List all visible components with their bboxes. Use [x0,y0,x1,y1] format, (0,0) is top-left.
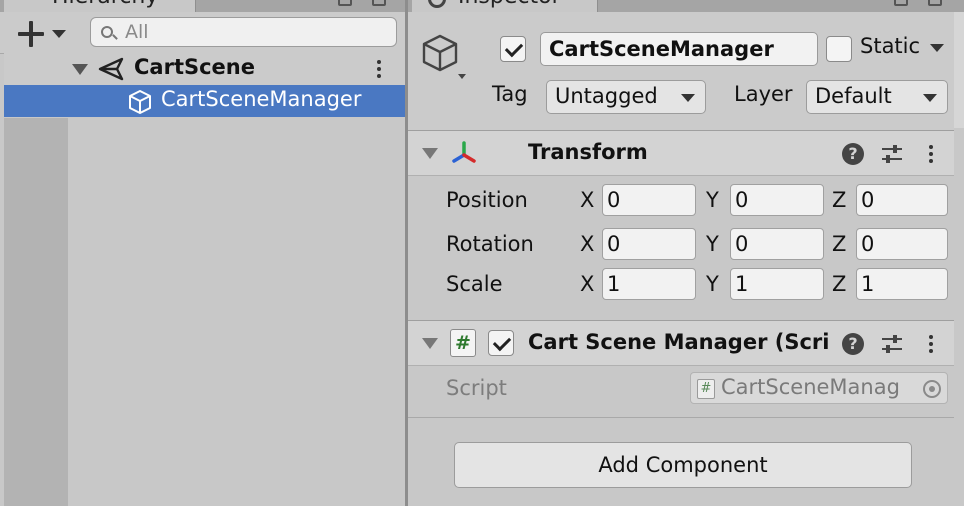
active-checkbox[interactable] [500,36,526,62]
axis-y-label: Y [706,188,719,212]
foldout-arrow-icon[interactable] [72,64,88,75]
search-icon [101,26,113,38]
hierarchy-tab-bar: Hierarchy [0,0,405,12]
chevron-down-icon [923,94,937,102]
unity-logo-icon [98,57,124,81]
presets-icon[interactable] [880,333,904,355]
script-object-value: CartSceneManag [721,375,900,399]
axis-x-label: X [580,232,595,256]
scrollbar[interactable] [954,12,964,128]
game-object-label: CartSceneManager [161,87,362,111]
scene-name: CartScene [134,55,255,79]
rotation-y-field[interactable] [730,228,824,260]
hierarchy-search[interactable] [90,17,397,47]
axis-y-label: Y [706,232,719,256]
axis-x-label: X [580,272,595,296]
hierarchy-item-cartscenemanager[interactable]: CartSceneManager [4,85,405,117]
chevron-down-icon[interactable] [930,44,944,52]
panel-menu-icon[interactable] [894,0,908,6]
rotation-x-field[interactable] [602,228,696,260]
script-component-header[interactable]: # Cart Scene Manager (Scri ? [408,320,954,366]
rotation-z-field[interactable] [856,228,948,260]
cube-icon [129,90,151,114]
foldout-arrow-icon[interactable] [422,148,438,159]
script-field-label: Script [446,376,507,400]
axis-x-label: X [580,188,595,212]
axis-z-label: Z [832,272,847,296]
panel-menu-icon[interactable] [928,0,942,6]
rotation-label: Rotation [446,232,534,256]
script-icon: # [697,379,715,399]
kebab-icon[interactable] [929,145,933,149]
inspector-tab-label: Inspector [458,0,561,9]
search-input[interactable] [125,19,385,45]
hierarchy-tab-label: Hierarchy [52,0,158,9]
inspector-tab[interactable]: Inspector [412,0,598,12]
transform-title: Transform [528,140,648,164]
script-icon: # [450,329,476,357]
position-label: Position [446,188,528,212]
scale-label: Scale [446,272,503,296]
script-component-title: Cart Scene Manager (Scri [528,330,830,354]
scale-z-field[interactable] [856,268,948,300]
tag-label: Tag [492,82,528,106]
script-object-field[interactable]: # CartSceneManag [690,372,948,404]
help-icon[interactable]: ? [842,143,864,165]
chevron-down-icon [681,94,695,102]
inspector-tab-bar: Inspector [408,0,964,12]
scale-x-field[interactable] [602,268,696,300]
kebab-icon[interactable] [377,60,381,64]
component-enabled-checkbox[interactable] [488,330,514,356]
transform-header[interactable]: Transform ? [408,130,954,176]
layer-label: Layer [734,82,793,106]
foldout-arrow-icon[interactable] [422,338,438,349]
axis-z-label: Z [832,188,847,212]
hierarchy-scene-row[interactable]: CartScene [4,53,405,85]
layer-dropdown[interactable]: Default [806,80,948,114]
hierarchy-panel: Hierarchy CartScene [0,0,405,506]
axis-y-label: Y [706,272,719,296]
info-icon [428,0,446,8]
transform-axes-icon [452,141,476,163]
plus-icon[interactable] [18,21,44,47]
object-name-field[interactable] [540,32,818,66]
layer-value: Default [815,84,892,108]
object-picker-icon[interactable] [923,380,941,398]
add-component-button[interactable]: Add Component [454,442,912,488]
panel-menu-icon[interactable] [372,0,386,6]
static-checkbox[interactable] [826,36,852,62]
hierarchy-gutter [4,118,68,506]
tag-dropdown[interactable]: Untagged [546,80,706,114]
hierarchy-toolbar [0,12,405,54]
inspector-panel: Inspector Static Tag Untagged Layer [408,0,964,506]
hierarchy-tab[interactable]: Hierarchy [4,0,196,12]
game-object-header: Static Tag Untagged Layer Default [408,12,954,130]
presets-icon[interactable] [880,143,904,165]
axis-z-label: Z [832,232,847,256]
static-label: Static [860,34,921,58]
tag-value: Untagged [555,84,658,108]
position-z-field[interactable] [856,184,948,216]
position-x-field[interactable] [602,184,696,216]
transform-body: Position X Y Z Rotation X Y Z Scale X Y … [408,176,954,320]
position-y-field[interactable] [730,184,824,216]
help-icon[interactable]: ? [842,333,864,355]
chevron-down-icon[interactable] [52,30,66,38]
script-component-body: Script # CartSceneManag [408,366,954,418]
unity-editor-window: Hierarchy CartScene [0,0,964,506]
panel-menu-icon[interactable] [338,0,352,6]
cube-icon[interactable] [422,34,466,80]
kebab-icon[interactable] [929,335,933,339]
scale-y-field[interactable] [730,268,824,300]
